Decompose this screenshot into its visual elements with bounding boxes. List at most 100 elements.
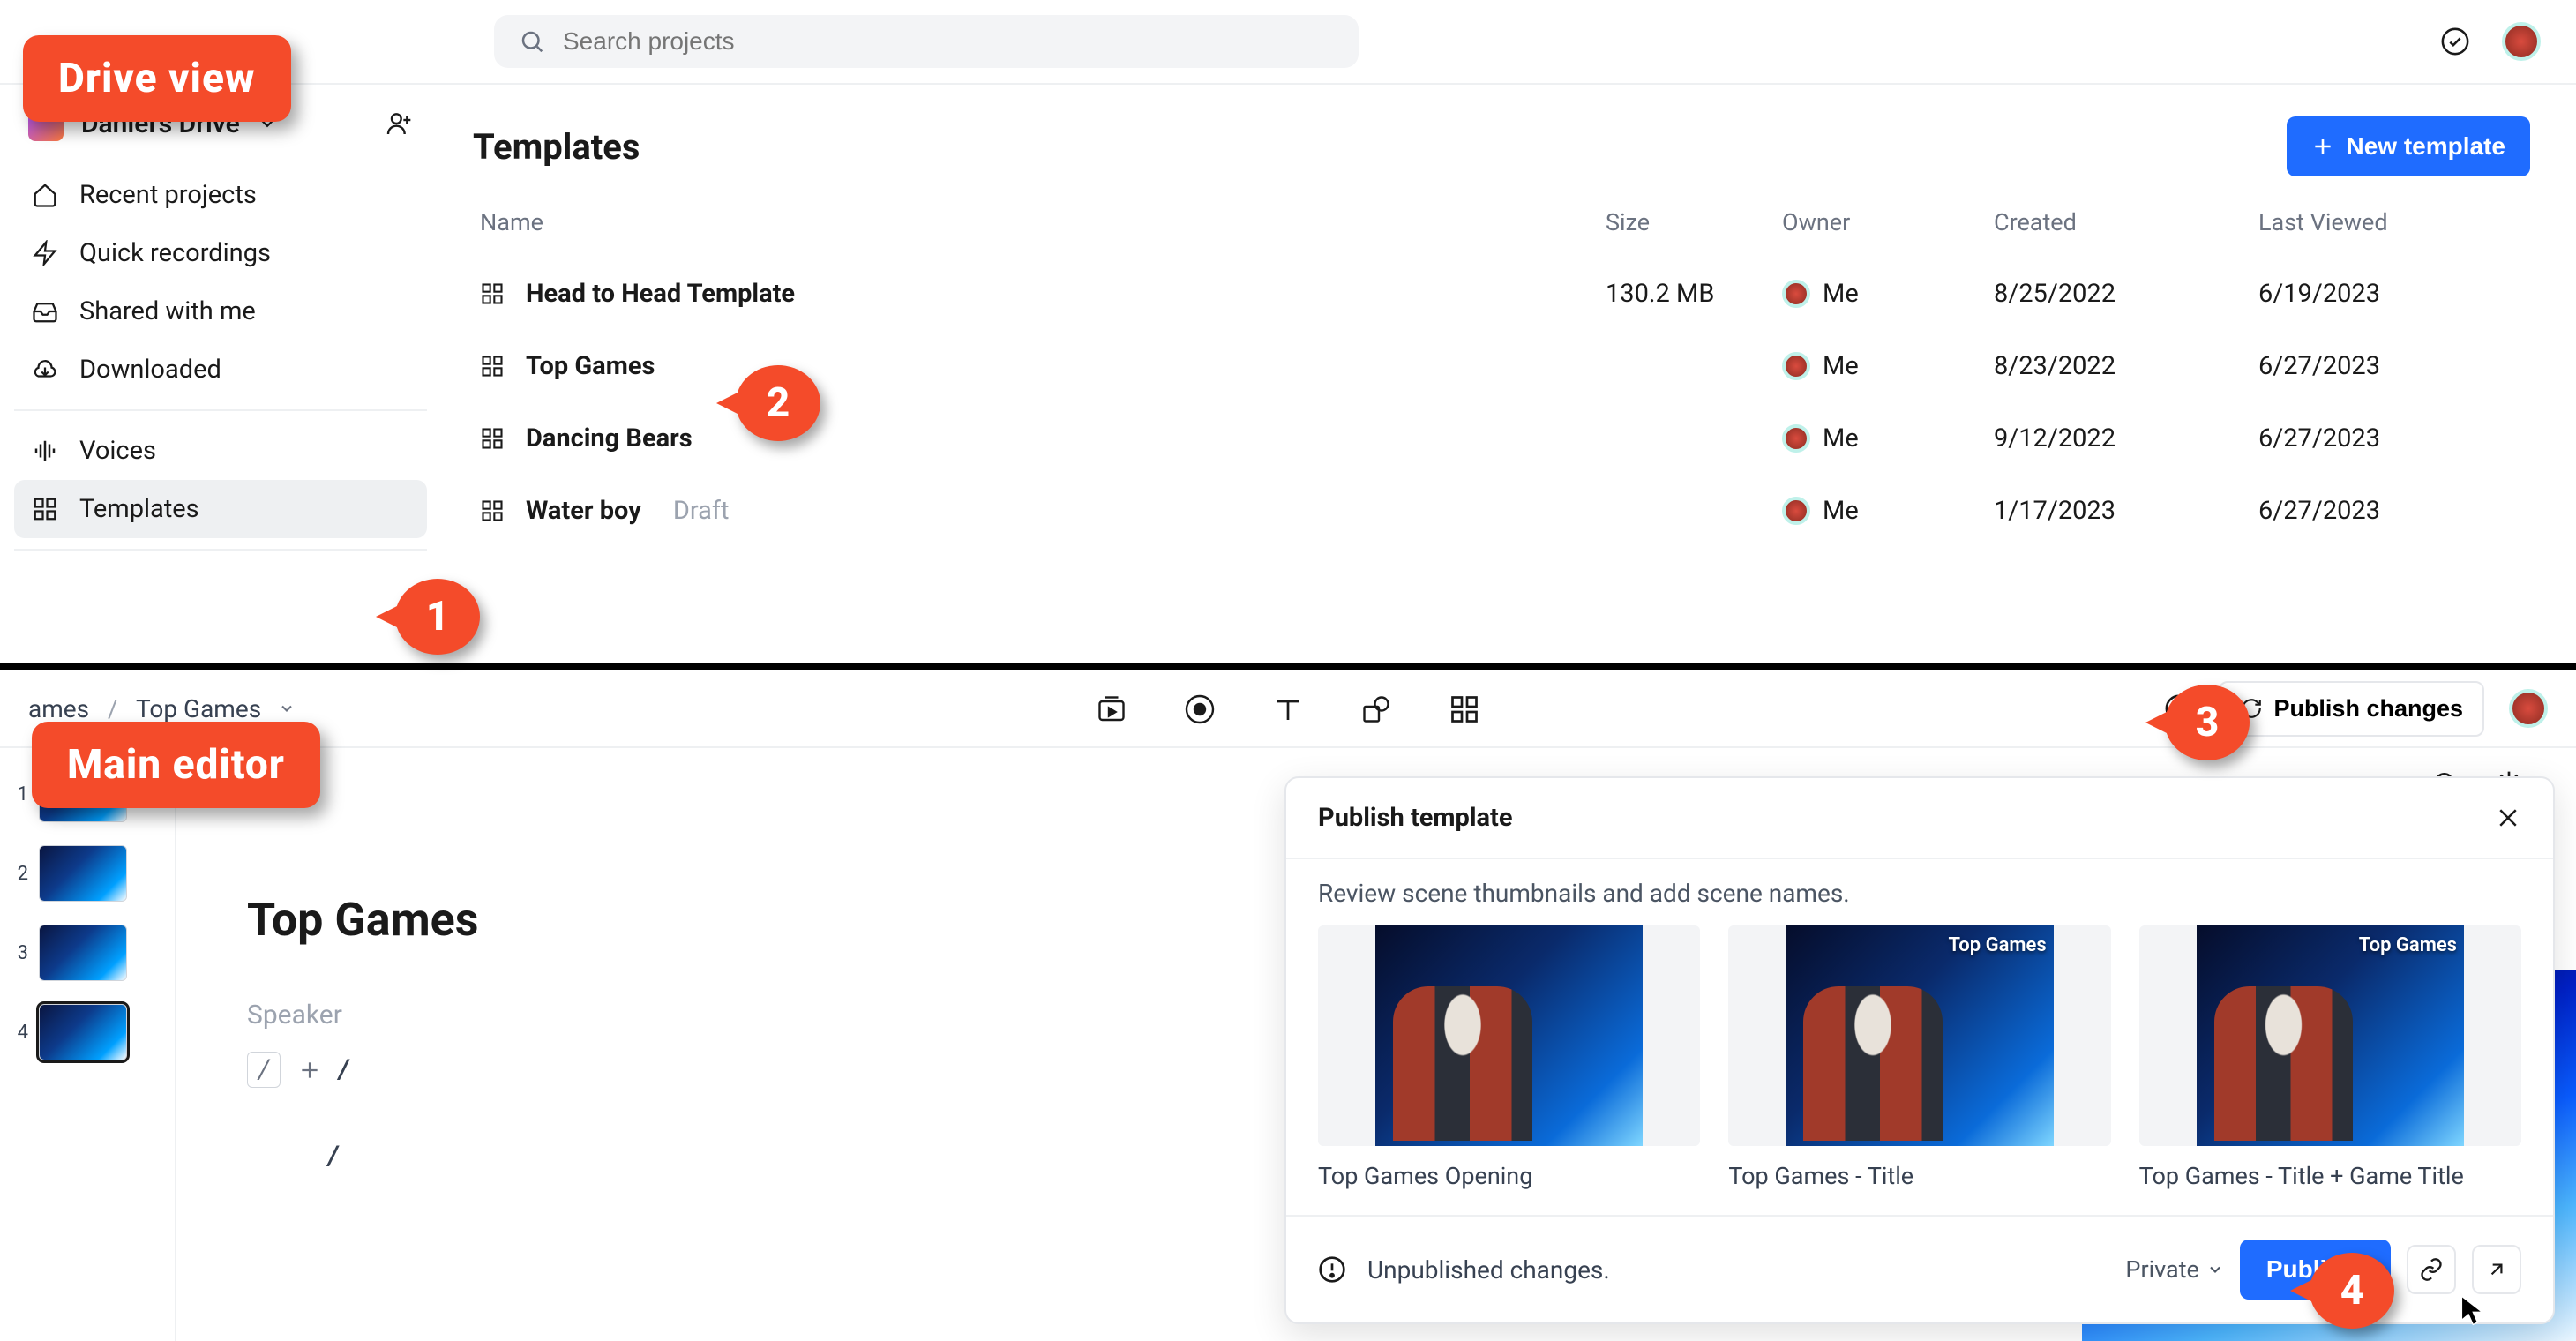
breadcrumb-sep: / [108,694,118,723]
new-template-button[interactable]: New template [2287,116,2531,176]
draft-label: Draft [673,496,730,526]
waveform-icon [32,438,58,464]
owner-avatar [1782,280,1810,308]
row-viewed: 6/19/2023 [2258,279,2523,309]
visibility-select[interactable]: Private [2125,1255,2223,1284]
invite-user-icon[interactable] [385,109,413,138]
row-created: 8/25/2022 [1994,279,2258,309]
row-name: Top Games [526,351,655,381]
scene-rail: 1 2 3 4 [0,748,176,1341]
toolbar-center [1096,670,1480,748]
panel-title: Publish template [1318,803,1513,833]
media-icon[interactable] [1096,693,1127,725]
annotation-marker-4: 4 [2310,1253,2394,1329]
table-row[interactable]: Water boy Draft Me 1/17/2023 6/27/2023 [473,475,2530,547]
new-template-label: New template [2347,132,2506,161]
open-external-button[interactable] [2472,1245,2521,1294]
table-row[interactable]: Head to Head Template 130.2 MB Me 8/25/2… [473,258,2530,330]
row-owner: Me [1782,351,1994,381]
search-input[interactable] [563,27,1334,56]
sidebar-item-templates[interactable]: Templates [14,480,427,538]
drive-topbar [0,0,2576,85]
scene-number: 2 [12,863,28,885]
nav-label: Downloaded [79,355,221,385]
col-created: Created [1994,208,2258,236]
shapes-icon[interactable] [1360,693,1392,725]
annotation-badge-editor: Main editor [32,722,320,808]
sidebar-item-quick[interactable]: Quick recordings [14,224,427,282]
alert-icon [1318,1255,1346,1284]
row-owner: Me [1782,496,1994,526]
user-avatar[interactable] [2502,22,2541,61]
row-owner: Me [1782,423,1994,453]
plus-icon [2311,135,2334,158]
slash-text: / [339,1054,348,1085]
scene-card[interactable]: Top Games Opening [1318,925,1700,1190]
user-avatar[interactable] [2509,689,2548,728]
col-viewed: Last Viewed [2258,208,2523,236]
visibility-label: Private [2125,1255,2198,1284]
search-wrap[interactable] [494,15,1359,68]
nav-label: Voices [79,436,156,466]
table-header: Name Size Owner Created Last Viewed [473,208,2530,236]
scene-item[interactable]: 2 [12,845,162,902]
breadcrumb[interactable]: ames / Top Games [28,694,296,723]
row-viewed: 6/27/2023 [2258,496,2523,526]
scene-item[interactable]: 4 [12,1004,162,1060]
panel-footer-msg: Unpublished changes. [1367,1255,1610,1285]
templates-icon [480,498,505,523]
nav-separator [14,409,427,411]
scene-number: 3 [12,942,28,964]
annotation-marker-2: 2 [736,365,820,441]
row-viewed: 6/27/2023 [2258,423,2523,453]
annotation-marker-1: 1 [395,579,480,655]
close-icon[interactable] [2495,805,2521,831]
sidebar-item-shared[interactable]: Shared with me [14,282,427,341]
nav-label: Quick recordings [79,238,271,268]
plus-icon[interactable] [298,1059,321,1082]
search-icon [519,28,545,55]
copy-link-button[interactable] [2407,1245,2456,1294]
sync-status-icon[interactable] [2440,26,2470,56]
publish-changes-button[interactable]: Publish changes [2219,681,2484,737]
row-viewed: 6/27/2023 [2258,351,2523,381]
annotation-badge-drive: Drive view [23,35,291,122]
nav-label: Recent projects [79,180,257,210]
page-title: Templates [473,126,640,168]
sidebar-item-recent[interactable]: Recent projects [14,166,427,224]
templates-icon [480,426,505,451]
card-caption[interactable]: Top Games - Title [1728,1162,2110,1190]
publish-changes-label: Publish changes [2273,695,2463,723]
slash-hint-icon: / [247,1052,281,1088]
record-icon[interactable] [1184,693,1216,725]
card-thumb: Top Games [2139,925,2521,1146]
scene-item[interactable]: 3 [12,925,162,981]
nav-label: Templates [79,494,199,524]
grid-icon[interactable] [1449,693,1480,725]
templates-icon [480,281,505,306]
chevron-down-icon [2206,1261,2224,1278]
drive-view: Daniel's Drive Recent projects Quick rec… [0,0,2576,670]
scene-number: 1 [12,783,28,805]
card-caption[interactable]: Top Games Opening [1318,1162,1700,1190]
mouse-cursor-icon [2460,1295,2484,1327]
inbox-icon [32,298,58,325]
card-thumb [1318,925,1700,1146]
scene-thumbnail [39,845,127,902]
col-name: Name [480,208,1606,236]
row-name: Head to Head Template [526,279,795,309]
scene-number: 4 [12,1022,28,1044]
home-icon [32,182,58,208]
sidebar-item-voices[interactable]: Voices [14,422,427,480]
card-caption[interactable]: Top Games - Title + Game Title [2139,1162,2521,1190]
row-name: Water boy [526,496,641,526]
breadcrumb-current: Top Games [136,694,261,723]
nav-label: Shared with me [79,296,256,326]
sidebar-item-downloaded[interactable]: Downloaded [14,341,427,399]
thumb-overlay-text: Top Games [1948,934,2046,956]
text-icon[interactable] [1272,693,1304,725]
scene-card[interactable]: Top Games Top Games - Title + Game Title [2139,925,2521,1190]
row-created: 9/12/2022 [1994,423,2258,453]
scene-thumbnail [39,925,127,981]
scene-card[interactable]: Top Games Top Games - Title [1728,925,2110,1190]
